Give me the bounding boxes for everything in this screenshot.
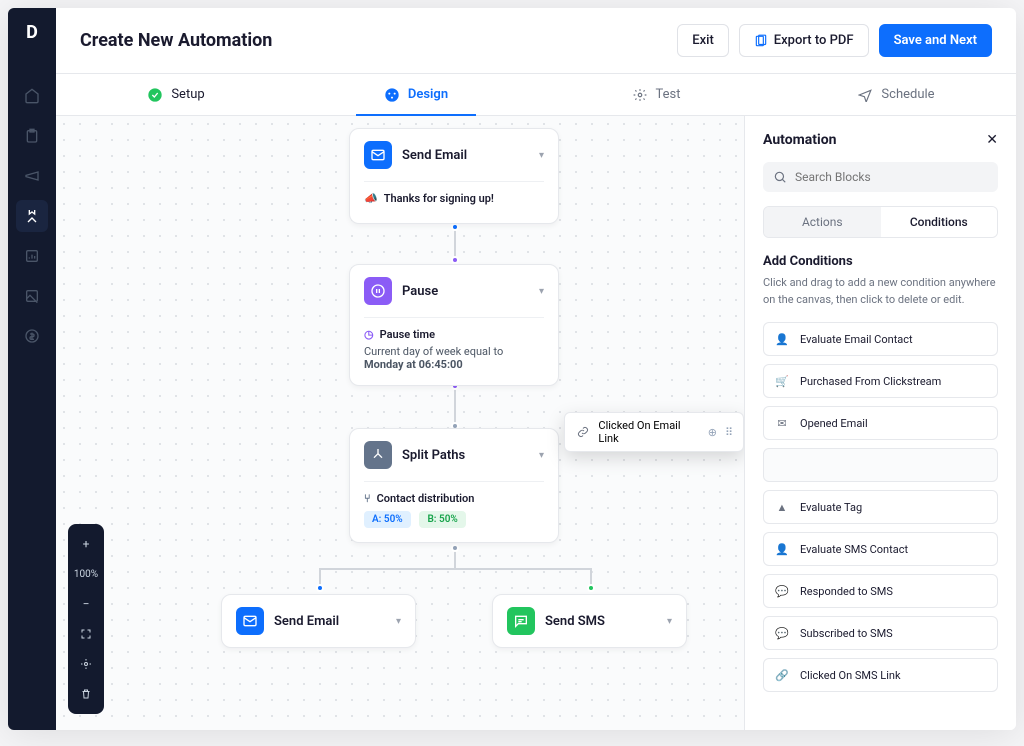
condition-purchased[interactable]: 🛒Purchased From Clickstream [763,364,998,398]
condition-responded-sms[interactable]: 💬Responded to SMS [763,574,998,608]
conditions-list: 👤Evaluate Email Contact 🛒Purchased From … [763,322,998,692]
search-input[interactable] [763,162,998,192]
node-send-email-b[interactable]: Send Email ▾ [221,594,416,648]
link-icon: 🔗 [774,667,790,683]
contact-icon: 👤 [774,541,790,557]
step-setup[interactable]: Setup [56,74,296,115]
link-icon [575,424,590,440]
sidebar-money-icon[interactable] [16,320,48,352]
header: Create New Automation Exit Export to PDF… [56,8,1016,74]
node-send-sms[interactable]: Send SMS ▾ [492,594,687,648]
cart-icon: 🛒 [774,373,790,389]
node-split-paths[interactable]: Split Paths ▾ ⑂Contact distribution A: 5… [349,428,559,543]
connector-dot [451,256,459,264]
contact-icon: 👤 [774,331,790,347]
zoom-level: 100% [72,560,100,588]
sidebar-automation-icon[interactable] [16,200,48,232]
connector-dot [451,544,459,552]
add-icon: ⊕ [708,426,717,439]
close-icon[interactable]: ✕ [986,132,998,148]
mail-open-icon: ✉ [774,415,790,431]
chat-icon: 💬 [774,625,790,641]
node-send-email[interactable]: Send Email ▾ 📣Thanks for signing up! [349,128,559,224]
panel-tabs: Actions Conditions [763,206,998,238]
sidebar: D [8,8,56,730]
exit-button[interactable]: Exit [677,24,729,57]
logo: D [8,8,56,56]
zoom-toolbar: + 100% − [68,524,104,714]
connector-dot [587,584,595,592]
condition-clicked-sms-link[interactable]: 🔗Clicked On SMS Link [763,658,998,692]
split-icon [364,441,392,469]
chat-icon: 💬 [774,583,790,599]
mail-icon [364,141,392,169]
chevron-down-icon[interactable]: ▾ [396,616,401,627]
step-test[interactable]: Test [536,74,776,115]
condition-placeholder [763,448,998,482]
condition-subscribed-sms[interactable]: 💬Subscribed to SMS [763,616,998,650]
chevron-down-icon[interactable]: ▾ [539,450,544,461]
tab-actions[interactable]: Actions [764,207,881,237]
condition-evaluate-email[interactable]: 👤Evaluate Email Contact [763,322,998,356]
tag-icon: ▲ [774,499,790,515]
stepper: Setup Design Test Schedule [56,74,1016,116]
send-icon [857,87,873,103]
sidebar-megaphone-icon[interactable] [16,160,48,192]
pause-icon [364,277,392,305]
step-design[interactable]: Design [296,74,536,115]
node-pause[interactable]: Pause ▾ ◷Pause time Current day of week … [349,264,559,386]
section-title: Add Conditions [763,254,998,269]
megaphone-icon: 📣 [364,192,378,205]
page-title: Create New Automation [80,30,677,51]
sms-icon [507,607,535,635]
sidebar-home-icon[interactable] [16,80,48,112]
check-circle-icon [147,87,163,103]
chevron-down-icon[interactable]: ▾ [539,150,544,161]
connector-dot [451,223,459,231]
export-icon [754,34,768,48]
design-icon [384,87,400,103]
sidebar-clipboard-icon[interactable] [16,120,48,152]
grip-icon: ⠿ [725,426,733,439]
clock-icon: ◷ [364,328,374,341]
save-next-button[interactable]: Save and Next [879,24,992,57]
chevron-down-icon[interactable]: ▾ [539,286,544,297]
zoom-in-button[interactable]: + [72,530,100,558]
section-desc: Click and drag to add a new condition an… [763,275,998,308]
panel-title: Automation [763,132,986,148]
chevron-down-icon[interactable]: ▾ [667,616,672,627]
branch-icon: ⑂ [364,492,371,505]
sidebar-image-icon[interactable] [16,280,48,312]
step-schedule[interactable]: Schedule [776,74,1016,115]
side-panel: Automation ✕ Actions Conditions Add Cond… [744,116,1016,730]
settings-button[interactable] [72,650,100,678]
condition-evaluate-tag[interactable]: ▲Evaluate Tag [763,490,998,524]
tab-conditions[interactable]: Conditions [881,207,998,237]
gear-icon [632,87,648,103]
canvas[interactable]: Send Email ▾ 📣Thanks for signing up! Pau… [56,116,744,730]
condition-opened-email[interactable]: ✉Opened Email [763,406,998,440]
delete-button[interactable] [72,680,100,708]
connector [320,568,592,570]
fit-screen-button[interactable] [72,620,100,648]
mail-icon [236,607,264,635]
condition-evaluate-sms-contact[interactable]: 👤Evaluate SMS Contact [763,532,998,566]
export-pdf-button[interactable]: Export to PDF [739,24,869,57]
dragging-condition[interactable]: Clicked On Email Link ⊕ ⠿ [564,412,744,452]
zoom-out-button[interactable]: − [72,590,100,618]
connector-dot [316,584,324,592]
search-icon [773,170,787,184]
sidebar-chart-icon[interactable] [16,240,48,272]
